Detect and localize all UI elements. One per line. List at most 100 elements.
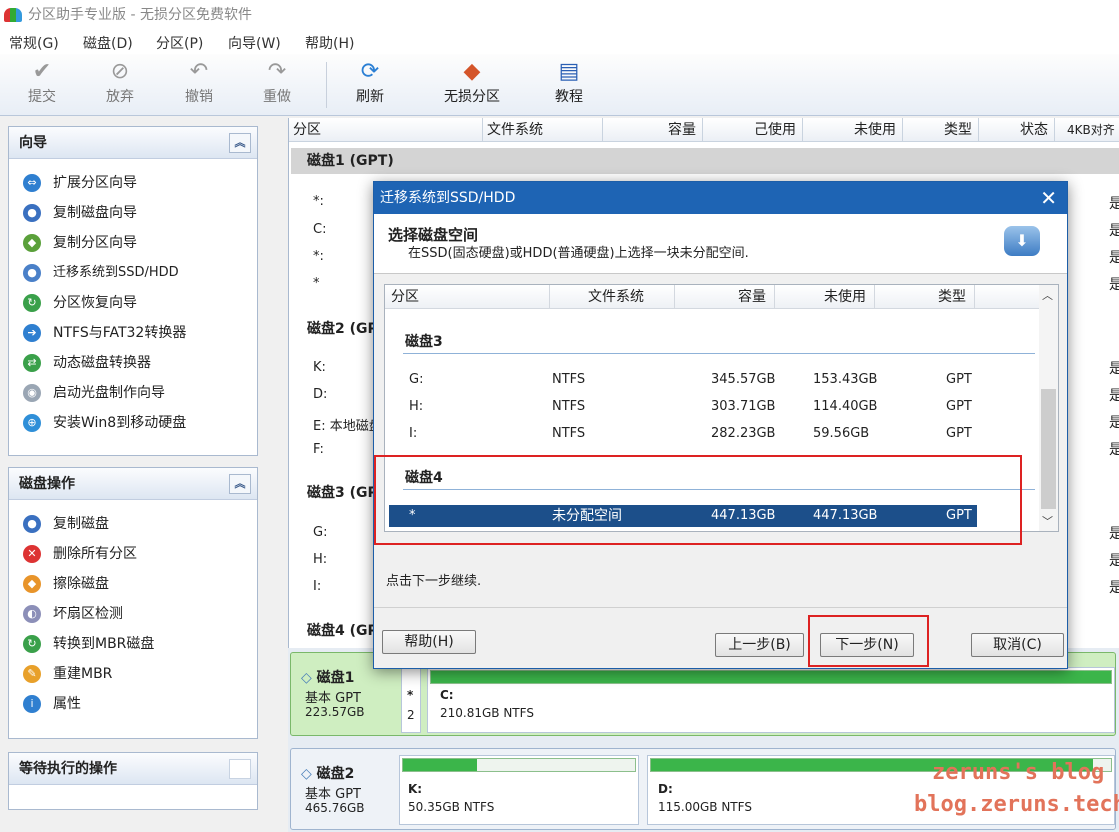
table-row[interactable]: G: [313, 525, 327, 540]
align-yes: 是 [1109, 361, 1119, 377]
scroll-up-icon[interactable]: ︿ [1042, 287, 1053, 303]
table-row[interactable]: H: [313, 552, 327, 567]
partition-box[interactable]: C: 210.81GB NTFS [427, 667, 1115, 733]
col-free[interactable]: 未使用 [803, 118, 903, 142]
menu-disk[interactable]: 磁盘(D) [83, 33, 133, 53]
disk-space-list[interactable]: 分区 文件系统 容量 未使用 类型 磁盘3 G: NTFS 345.57GB 153.… [384, 284, 1059, 532]
toolbar-divider [326, 62, 327, 108]
tutorial-button[interactable]: ▤ 教程 [539, 60, 599, 106]
collapse-chevron-icon[interactable]: ︽ [229, 133, 251, 153]
wizard-item-recovery[interactable]: ↻ 分区恢复向导 [23, 293, 137, 313]
wrench-icon: ✎ [23, 665, 41, 683]
disk-op-rebuild-mbr[interactable]: ✎ 重建MBR [23, 664, 112, 684]
app-logo-icon [4, 8, 22, 22]
disk-icon: ◇ [301, 670, 312, 686]
table-row[interactable]: F: [313, 442, 324, 457]
wizard-item-copy-disk[interactable]: ● 复制磁盘向导 [23, 203, 137, 223]
col-4k-align[interactable]: 4KB对齐 [1055, 118, 1119, 142]
col-type[interactable]: 类型 [903, 118, 979, 142]
disk-op-copy[interactable]: ● 复制磁盘 [23, 514, 109, 534]
menu-wizard[interactable]: 向导(W) [228, 33, 281, 53]
partition-box[interactable]: * 2 [401, 667, 421, 733]
col-filesystem[interactable]: 文件系统 [483, 118, 603, 142]
table-row[interactable]: D: [313, 387, 327, 402]
list-col-free[interactable]: 未使用 [775, 285, 875, 309]
collapse-chevron-icon[interactable]: ︽ [229, 474, 251, 494]
redo-button[interactable]: ↷ 重做 [247, 60, 307, 106]
eraser-icon: ◆ [23, 575, 41, 593]
disk-op-properties[interactable]: i 属性 [23, 694, 81, 714]
list-disk3-label: 磁盘3 [405, 334, 443, 350]
list-scrollbar[interactable]: ︿ ﹀ [1039, 285, 1058, 531]
collapse-box[interactable] [229, 759, 251, 779]
wizard-item-copy-partition[interactable]: ◆ 复制分区向导 [23, 233, 137, 253]
disk-op-wipe[interactable]: ◆ 擦除磁盘 [23, 574, 109, 594]
partition-usage-bar [402, 758, 636, 772]
commit-button[interactable]: ✔ 提交 [12, 60, 72, 106]
checkmark-icon: ✔ [32, 59, 52, 84]
partition-icon: ◆ [463, 59, 481, 84]
table-row[interactable]: I: [313, 579, 321, 594]
menu-general[interactable]: 常规(G) [9, 33, 59, 53]
wizard-item-ntfs-fat32[interactable]: ➔ NTFS与FAT32转换器 [23, 323, 186, 343]
list-col-type[interactable]: 类型 [875, 285, 975, 309]
table-row[interactable]: * [313, 276, 320, 291]
menu-help[interactable]: 帮助(H) [305, 33, 354, 53]
refresh-button[interactable]: ⟳ 刷新 [340, 60, 400, 106]
recovery-icon: ↻ [23, 294, 41, 312]
table-row[interactable]: *: [313, 249, 324, 264]
discard-button[interactable]: ⊘ 放弃 [90, 60, 150, 106]
partition-usage-bar [430, 670, 1112, 684]
copy-disk-icon: ● [23, 515, 41, 533]
align-yes: 是 [1109, 415, 1119, 431]
help-button[interactable]: 帮助(H) [382, 630, 476, 654]
disk2-map-type: 基本 GPT [305, 787, 361, 802]
wizard-item-win8-usb[interactable]: ⊕ 安装Win8到移动硬盘 [23, 413, 186, 433]
wizard-item-boot-disc[interactable]: ◉ 启动光盘制作向导 [23, 383, 165, 403]
list-col-filesystem[interactable]: 文件系统 [550, 285, 675, 309]
list-item-unallocated-selected[interactable]: * 未分配空间 447.13GB 447.13GB GPT [389, 505, 977, 527]
wizard-item-migrate-os[interactable]: ● 迁移系统到SSD/HDD [23, 263, 179, 283]
list-col-spacer [975, 285, 1039, 309]
col-status[interactable]: 状态 [979, 118, 1055, 142]
disk-op-delete-all[interactable]: ✕ 删除所有分区 [23, 544, 137, 564]
disk-op-bad-sector[interactable]: ◐ 坏扇区检测 [23, 604, 123, 624]
list-item[interactable]: H: NTFS 303.71GB 114.40GB GPT [391, 396, 979, 418]
undo-button[interactable]: ↶ 撤销 [169, 60, 229, 106]
align-yes: 是 [1109, 388, 1119, 404]
undo-icon: ↶ [189, 59, 209, 84]
scroll-thumb[interactable] [1041, 389, 1056, 509]
back-button[interactable]: 上一步(B) [715, 633, 804, 657]
list-col-capacity[interactable]: 容量 [675, 285, 775, 309]
list-item[interactable]: G: NTFS 345.57GB 153.43GB GPT [391, 369, 979, 391]
disk2-map-size: 465.76GB [305, 801, 365, 815]
table-row[interactable]: K: [313, 360, 326, 375]
table-row[interactable]: *: [313, 194, 324, 209]
close-icon[interactable]: ✕ [1040, 182, 1057, 214]
col-capacity[interactable]: 容量 [603, 118, 703, 142]
align-yes: 是 [1109, 442, 1119, 458]
wizard-panel-title: 向导 [19, 135, 47, 151]
wizard-item-extend[interactable]: ⇔ 扩展分区向导 [23, 173, 137, 193]
partition-box[interactable]: K: 50.35GB NTFS [399, 755, 639, 825]
col-used[interactable]: 己使用 [703, 118, 803, 142]
scroll-down-icon[interactable]: ﹀ [1042, 513, 1053, 529]
wizard-panel-header: 向导 ︽ [9, 127, 257, 159]
menu-partition[interactable]: 分区(P) [156, 33, 203, 53]
cancel-button[interactable]: 取消(C) [971, 633, 1064, 657]
list-col-partition[interactable]: 分区 [385, 285, 550, 309]
table-row[interactable]: E: 本地磁盘 [313, 415, 382, 434]
lossless-partition-button[interactable]: ◆ 无损分区 [432, 60, 512, 106]
dynamic-disk-icon: ⇄ [23, 354, 41, 372]
disk1-header-row[interactable]: 磁盘1 (GPT) [291, 148, 1119, 174]
wizard-item-dynamic-disk[interactable]: ⇄ 动态磁盘转换器 [23, 353, 151, 373]
copy-disk-icon: ● [23, 204, 41, 222]
copy-partition-icon: ◆ [23, 234, 41, 252]
disk-op-convert-mbr[interactable]: ↻ 转换到MBR磁盘 [23, 634, 154, 654]
align-yes: 是 [1109, 223, 1119, 239]
col-partition[interactable]: 分区 [289, 118, 483, 142]
disk-icon: ◇ [301, 766, 312, 782]
list-item[interactable]: I: NTFS 282.23GB 59.56GB GPT [391, 423, 979, 445]
next-button[interactable]: 下一步(N) [820, 633, 914, 657]
table-row[interactable]: C: [313, 222, 326, 237]
